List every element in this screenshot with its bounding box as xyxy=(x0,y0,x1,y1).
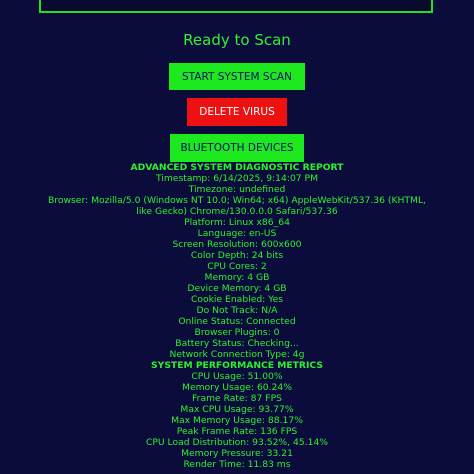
report-timezone: Timezone: undefined xyxy=(188,184,286,195)
metric-max-memory: Max Memory Usage: 88.17% xyxy=(171,415,303,426)
delete-virus-button[interactable]: DELETE VIRUS xyxy=(187,98,287,126)
report-timestamp: Timestamp: 6/14/2025, 9:14:07 PM xyxy=(155,173,319,184)
report-color-depth: Color Depth: 24 bits xyxy=(190,250,284,261)
report-browser: Browser: Mozilla/5.0 (Windows NT 10.0; W… xyxy=(48,195,426,217)
report-do-not-track: Do Not Track: N/A xyxy=(196,305,278,316)
scan-output-panel xyxy=(39,0,433,13)
report-platform: Platform: Linux x86_64 xyxy=(184,217,290,228)
report-cookies: Cookie Enabled: Yes xyxy=(190,294,284,305)
report-online-status: Online Status: Connected xyxy=(178,316,296,327)
report-language: Language: en-US xyxy=(197,228,277,239)
page: Ready to Scan START SYSTEM SCAN DELETE V… xyxy=(0,0,474,474)
metric-cpu-usage: CPU Usage: 51.00% xyxy=(191,371,283,382)
report-plugins: Browser Plugins: 0 xyxy=(194,327,280,338)
metric-render-time: Render Time: 11.83 ms xyxy=(183,459,291,470)
metric-frame-rate: Frame Rate: 87 FPS xyxy=(192,393,282,404)
report-device-memory: Device Memory: 4 GB xyxy=(187,283,287,294)
scan-status-text: Ready to Scan xyxy=(183,31,291,49)
metrics-title: SYSTEM PERFORMANCE METRICS xyxy=(151,360,323,371)
metric-max-cpu: Max CPU Usage: 93.77% xyxy=(180,404,294,415)
report-title: ADVANCED SYSTEM DIAGNOSTIC REPORT xyxy=(130,162,344,173)
report-resolution: Screen Resolution: 600x600 xyxy=(172,239,302,250)
report-battery: Battery Status: Checking... xyxy=(175,338,299,349)
report-memory: Memory: 4 GB xyxy=(204,272,270,283)
metric-memory-pressure: Memory Pressure: 33.21 xyxy=(181,448,293,459)
metric-cpu-load: CPU Load Distribution: 93.52%, 45.14% xyxy=(145,437,329,448)
metric-memory-usage: Memory Usage: 60.24% xyxy=(182,382,292,393)
report-network: Network Connection Type: 4g xyxy=(169,349,305,360)
metric-peak-frame-rate: Peak Frame Rate: 136 FPS xyxy=(176,426,298,437)
bluetooth-devices-button[interactable]: BLUETOOTH DEVICES xyxy=(170,134,304,162)
diagnostic-report: ADVANCED SYSTEM DIAGNOSTIC REPORT Timest… xyxy=(40,162,434,470)
start-system-scan-button[interactable]: START SYSTEM SCAN xyxy=(169,63,305,90)
report-cpu-cores: CPU Cores: 2 xyxy=(207,261,267,272)
